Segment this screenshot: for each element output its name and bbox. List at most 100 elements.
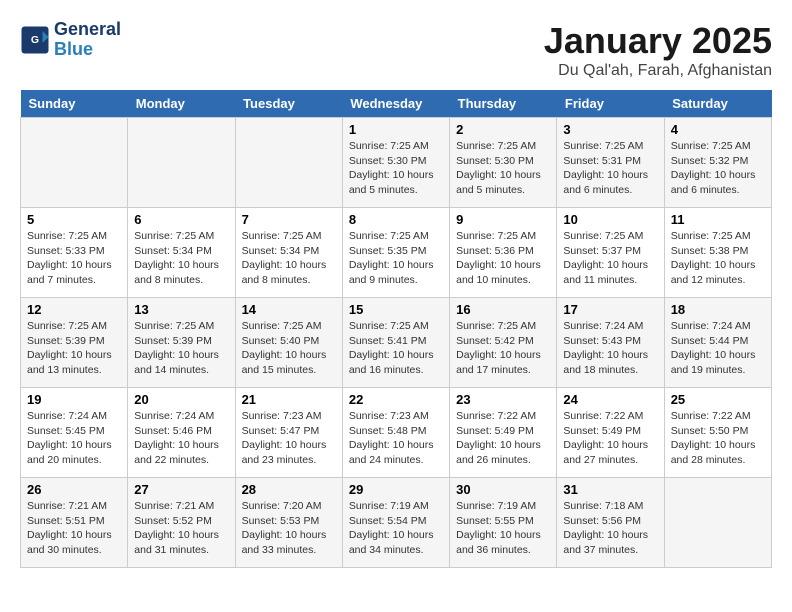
- day-info: Sunrise: 7:18 AMSunset: 5:56 PMDaylight:…: [563, 499, 657, 558]
- logo-line1: General: [54, 20, 121, 40]
- calendar-week-4: 19Sunrise: 7:24 AMSunset: 5:45 PMDayligh…: [21, 388, 772, 478]
- day-number: 15: [349, 302, 443, 317]
- days-header-row: SundayMondayTuesdayWednesdayThursdayFrid…: [21, 90, 772, 118]
- day-info: Sunrise: 7:25 AMSunset: 5:39 PMDaylight:…: [27, 319, 121, 378]
- header-sunday: Sunday: [21, 90, 128, 118]
- calendar-cell: 13 Sunrise: 7:25 AMSunset: 5:39 PMDayligh…: [128, 298, 235, 388]
- day-number: 5: [27, 212, 121, 227]
- day-info: Sunrise: 7:25 AMSunset: 5:42 PMDaylight:…: [456, 319, 550, 378]
- calendar-cell: 2 Sunrise: 7:25 AMSunset: 5:30 PMDaylight…: [450, 118, 557, 208]
- day-info: Sunrise: 7:25 AMSunset: 5:31 PMDaylight:…: [563, 139, 657, 198]
- day-info: Sunrise: 7:25 AMSunset: 5:36 PMDaylight:…: [456, 229, 550, 288]
- day-info: Sunrise: 7:25 AMSunset: 5:34 PMDaylight:…: [242, 229, 336, 288]
- header-monday: Monday: [128, 90, 235, 118]
- day-number: 31: [563, 482, 657, 497]
- day-number: 24: [563, 392, 657, 407]
- day-info: Sunrise: 7:25 AMSunset: 5:39 PMDaylight:…: [134, 319, 228, 378]
- day-number: 1: [349, 122, 443, 137]
- day-number: 21: [242, 392, 336, 407]
- calendar-cell: 19Sunrise: 7:24 AMSunset: 5:45 PMDayligh…: [21, 388, 128, 478]
- calendar-cell: 9 Sunrise: 7:25 AMSunset: 5:36 PMDaylight…: [450, 208, 557, 298]
- calendar-week-2: 5 Sunrise: 7:25 AMSunset: 5:33 PMDaylight…: [21, 208, 772, 298]
- day-info: Sunrise: 7:22 AMSunset: 5:49 PMDaylight:…: [456, 409, 550, 468]
- day-info: Sunrise: 7:25 AMSunset: 5:33 PMDaylight:…: [27, 229, 121, 288]
- day-info: Sunrise: 7:24 AMSunset: 5:43 PMDaylight:…: [563, 319, 657, 378]
- calendar-cell: 29 Sunrise: 7:19 AMSunset: 5:54 PMDayligh…: [342, 478, 449, 568]
- day-number: 9: [456, 212, 550, 227]
- calendar-cell: 5 Sunrise: 7:25 AMSunset: 5:33 PMDaylight…: [21, 208, 128, 298]
- day-info: Sunrise: 7:19 AMSunset: 5:55 PMDaylight:…: [456, 499, 550, 558]
- header-saturday: Saturday: [664, 90, 771, 118]
- svg-text:G: G: [31, 34, 39, 46]
- day-info: Sunrise: 7:22 AMSunset: 5:49 PMDaylight:…: [563, 409, 657, 468]
- day-number: 10: [563, 212, 657, 227]
- header: G General Blue January 2025 Du Qal'ah, F…: [20, 20, 772, 80]
- calendar-cell: 26 Sunrise: 7:21 AMSunset: 5:51 PMDayligh…: [21, 478, 128, 568]
- day-number: 12: [27, 302, 121, 317]
- header-thursday: Thursday: [450, 90, 557, 118]
- calendar-cell: [664, 478, 771, 568]
- day-info: Sunrise: 7:24 AMSunset: 5:44 PMDaylight:…: [671, 319, 765, 378]
- calendar-cell: 8 Sunrise: 7:25 AMSunset: 5:35 PMDaylight…: [342, 208, 449, 298]
- day-number: 26: [27, 482, 121, 497]
- day-number: 17: [563, 302, 657, 317]
- calendar-cell: 30 Sunrise: 7:19 AMSunset: 5:55 PMDayligh…: [450, 478, 557, 568]
- day-number: 11: [671, 212, 765, 227]
- day-number: 2: [456, 122, 550, 137]
- day-info: Sunrise: 7:25 AMSunset: 5:37 PMDaylight:…: [563, 229, 657, 288]
- day-number: 3: [563, 122, 657, 137]
- day-number: 29: [349, 482, 443, 497]
- day-number: 25: [671, 392, 765, 407]
- day-info: Sunrise: 7:25 AMSunset: 5:35 PMDaylight:…: [349, 229, 443, 288]
- header-friday: Friday: [557, 90, 664, 118]
- header-tuesday: Tuesday: [235, 90, 342, 118]
- calendar-cell: 17 Sunrise: 7:24 AMSunset: 5:43 PMDayligh…: [557, 298, 664, 388]
- day-info: Sunrise: 7:24 AMSunset: 5:45 PMDaylight:…: [27, 409, 121, 468]
- logo-icon: G: [20, 25, 50, 55]
- calendar-cell: 28 Sunrise: 7:20 AMSunset: 5:53 PMDayligh…: [235, 478, 342, 568]
- day-info: Sunrise: 7:20 AMSunset: 5:53 PMDaylight:…: [242, 499, 336, 558]
- calendar-subtitle: Du Qal'ah, Farah, Afghanistan: [544, 62, 772, 80]
- day-info: Sunrise: 7:25 AMSunset: 5:30 PMDaylight:…: [349, 139, 443, 198]
- logo-text: General Blue: [54, 20, 121, 60]
- day-info: Sunrise: 7:23 AMSunset: 5:47 PMDaylight:…: [242, 409, 336, 468]
- calendar-cell: 7Sunrise: 7:25 AMSunset: 5:34 PMDaylight…: [235, 208, 342, 298]
- calendar-cell: 12 Sunrise: 7:25 AMSunset: 5:39 PMDayligh…: [21, 298, 128, 388]
- day-number: 22: [349, 392, 443, 407]
- day-number: 14: [242, 302, 336, 317]
- day-info: Sunrise: 7:21 AMSunset: 5:51 PMDaylight:…: [27, 499, 121, 558]
- day-number: 6: [134, 212, 228, 227]
- day-number: 18: [671, 302, 765, 317]
- day-info: Sunrise: 7:23 AMSunset: 5:48 PMDaylight:…: [349, 409, 443, 468]
- day-info: Sunrise: 7:25 AMSunset: 5:32 PMDaylight:…: [671, 139, 765, 198]
- calendar-cell: 18 Sunrise: 7:24 AMSunset: 5:44 PMDayligh…: [664, 298, 771, 388]
- calendar-table: SundayMondayTuesdayWednesdayThursdayFrid…: [20, 90, 772, 568]
- day-number: 30: [456, 482, 550, 497]
- day-info: Sunrise: 7:25 AMSunset: 5:41 PMDaylight:…: [349, 319, 443, 378]
- title-section: January 2025 Du Qal'ah, Farah, Afghanist…: [544, 20, 772, 80]
- day-number: 8: [349, 212, 443, 227]
- day-info: Sunrise: 7:19 AMSunset: 5:54 PMDaylight:…: [349, 499, 443, 558]
- calendar-cell: 15 Sunrise: 7:25 AMSunset: 5:41 PMDayligh…: [342, 298, 449, 388]
- header-wednesday: Wednesday: [342, 90, 449, 118]
- day-info: Sunrise: 7:25 AMSunset: 5:30 PMDaylight:…: [456, 139, 550, 198]
- day-number: 28: [242, 482, 336, 497]
- calendar-cell: [21, 118, 128, 208]
- day-info: Sunrise: 7:24 AMSunset: 5:46 PMDaylight:…: [134, 409, 228, 468]
- day-info: Sunrise: 7:25 AMSunset: 5:34 PMDaylight:…: [134, 229, 228, 288]
- calendar-cell: 14 Sunrise: 7:25 AMSunset: 5:40 PMDayligh…: [235, 298, 342, 388]
- calendar-cell: 16 Sunrise: 7:25 AMSunset: 5:42 PMDayligh…: [450, 298, 557, 388]
- logo: G General Blue: [20, 20, 121, 60]
- day-number: 16: [456, 302, 550, 317]
- calendar-cell: 3 Sunrise: 7:25 AMSunset: 5:31 PMDaylight…: [557, 118, 664, 208]
- day-number: 27: [134, 482, 228, 497]
- calendar-cell: 25Sunrise: 7:22 AMSunset: 5:50 PMDayligh…: [664, 388, 771, 478]
- day-info: Sunrise: 7:25 AMSunset: 5:40 PMDaylight:…: [242, 319, 336, 378]
- calendar-cell: 23Sunrise: 7:22 AMSunset: 5:49 PMDayligh…: [450, 388, 557, 478]
- day-number: 13: [134, 302, 228, 317]
- calendar-title: January 2025: [544, 20, 772, 62]
- calendar-week-5: 26 Sunrise: 7:21 AMSunset: 5:51 PMDayligh…: [21, 478, 772, 568]
- calendar-cell: 11Sunrise: 7:25 AMSunset: 5:38 PMDayligh…: [664, 208, 771, 298]
- calendar-cell: 4Sunrise: 7:25 AMSunset: 5:32 PMDaylight…: [664, 118, 771, 208]
- calendar-cell: 10 Sunrise: 7:25 AMSunset: 5:37 PMDayligh…: [557, 208, 664, 298]
